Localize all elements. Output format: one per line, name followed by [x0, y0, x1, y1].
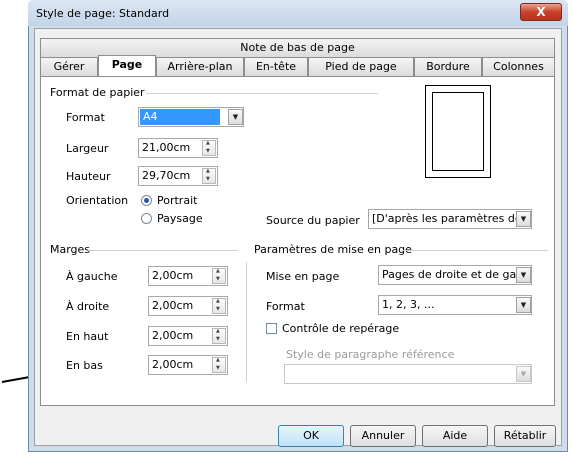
marges-separator — [88, 250, 238, 251]
annuler-button[interactable]: Annuler — [350, 425, 416, 447]
tab-en-tete[interactable]: En-tête — [244, 57, 308, 77]
tab-arriere-plan[interactable]: Arrière-plan — [156, 57, 244, 77]
marge-droite-label: À droite — [66, 300, 110, 313]
window-title: Style de page: Standard — [36, 7, 170, 20]
controle-reperage-label[interactable]: Contrôle de repérage — [282, 322, 399, 335]
page-preview-margins — [432, 92, 484, 171]
mise-en-page-heading: Paramètres de mise en page — [254, 243, 412, 256]
aide-button[interactable]: Aide — [422, 425, 488, 447]
ok-button[interactable]: OK — [278, 425, 344, 447]
style-paragraphe-label: Style de paragraphe référence — [286, 348, 455, 361]
mise-en-page-separator — [402, 250, 548, 251]
marge-haut-label: En haut — [66, 330, 109, 343]
format-numerotation-label: Format — [266, 300, 305, 313]
marge-bas-label: En bas — [66, 359, 103, 372]
page-preview — [425, 85, 491, 178]
mise-en-page-select[interactable]: Pages de droite et de gauc — [378, 265, 532, 285]
paysage-radio[interactable] — [141, 213, 152, 224]
format-papier-separator — [146, 93, 378, 94]
largeur-label: Largeur — [66, 142, 109, 155]
format-papier-heading: Format de papier — [50, 86, 145, 99]
style-paragraphe-dropdown-icon[interactable]: ▼ — [516, 366, 531, 382]
controle-reperage-checkbox[interactable] — [266, 323, 277, 334]
source-papier-dropdown-icon[interactable]: ▼ — [516, 211, 531, 227]
section-divider — [246, 262, 247, 382]
tab-colonnes[interactable]: Colonnes — [482, 57, 555, 77]
marge-gauche-spin-icon[interactable] — [212, 268, 226, 284]
paysage-label[interactable]: Paysage — [157, 212, 203, 225]
portrait-radio[interactable] — [141, 195, 152, 206]
mise-en-page-label: Mise en page — [266, 270, 340, 283]
marges-heading: Marges — [50, 243, 91, 256]
format-select-value: A4 — [140, 109, 220, 125]
tab-pied-de-page[interactable]: Pied de page — [308, 57, 414, 77]
format-label: Format — [66, 111, 105, 124]
hauteur-spin-icon[interactable] — [202, 168, 216, 184]
portrait-label[interactable]: Portrait — [157, 194, 197, 207]
marge-gauche-label: À gauche — [66, 270, 118, 283]
hauteur-label: Hauteur — [66, 170, 111, 183]
source-papier-select[interactable]: [D'après les paramètres de l' — [368, 209, 532, 229]
marge-haut-spin-icon[interactable] — [212, 328, 226, 344]
source-papier-label: Source du papier — [266, 214, 360, 227]
orientation-label: Orientation — [66, 194, 129, 207]
format-numerotation-select[interactable]: 1, 2, 3, ... — [378, 295, 532, 315]
marge-bas-spin-icon[interactable] — [212, 357, 226, 373]
marge-droite-spin-icon[interactable] — [212, 298, 226, 314]
mise-en-page-dropdown-icon[interactable]: ▼ — [516, 267, 531, 283]
close-button[interactable]: X — [520, 3, 562, 21]
tab-page[interactable]: Page — [98, 55, 156, 77]
tab-bordure[interactable]: Bordure — [414, 57, 482, 77]
retablir-button[interactable]: Rétablir — [494, 425, 556, 447]
format-numerotation-dropdown-icon[interactable]: ▼ — [516, 297, 531, 313]
format-dropdown-icon[interactable]: ▼ — [228, 109, 243, 125]
tab-gerer[interactable]: Gérer — [40, 57, 98, 77]
style-paragraphe-select[interactable] — [284, 364, 532, 384]
largeur-spin-icon[interactable] — [202, 140, 216, 156]
